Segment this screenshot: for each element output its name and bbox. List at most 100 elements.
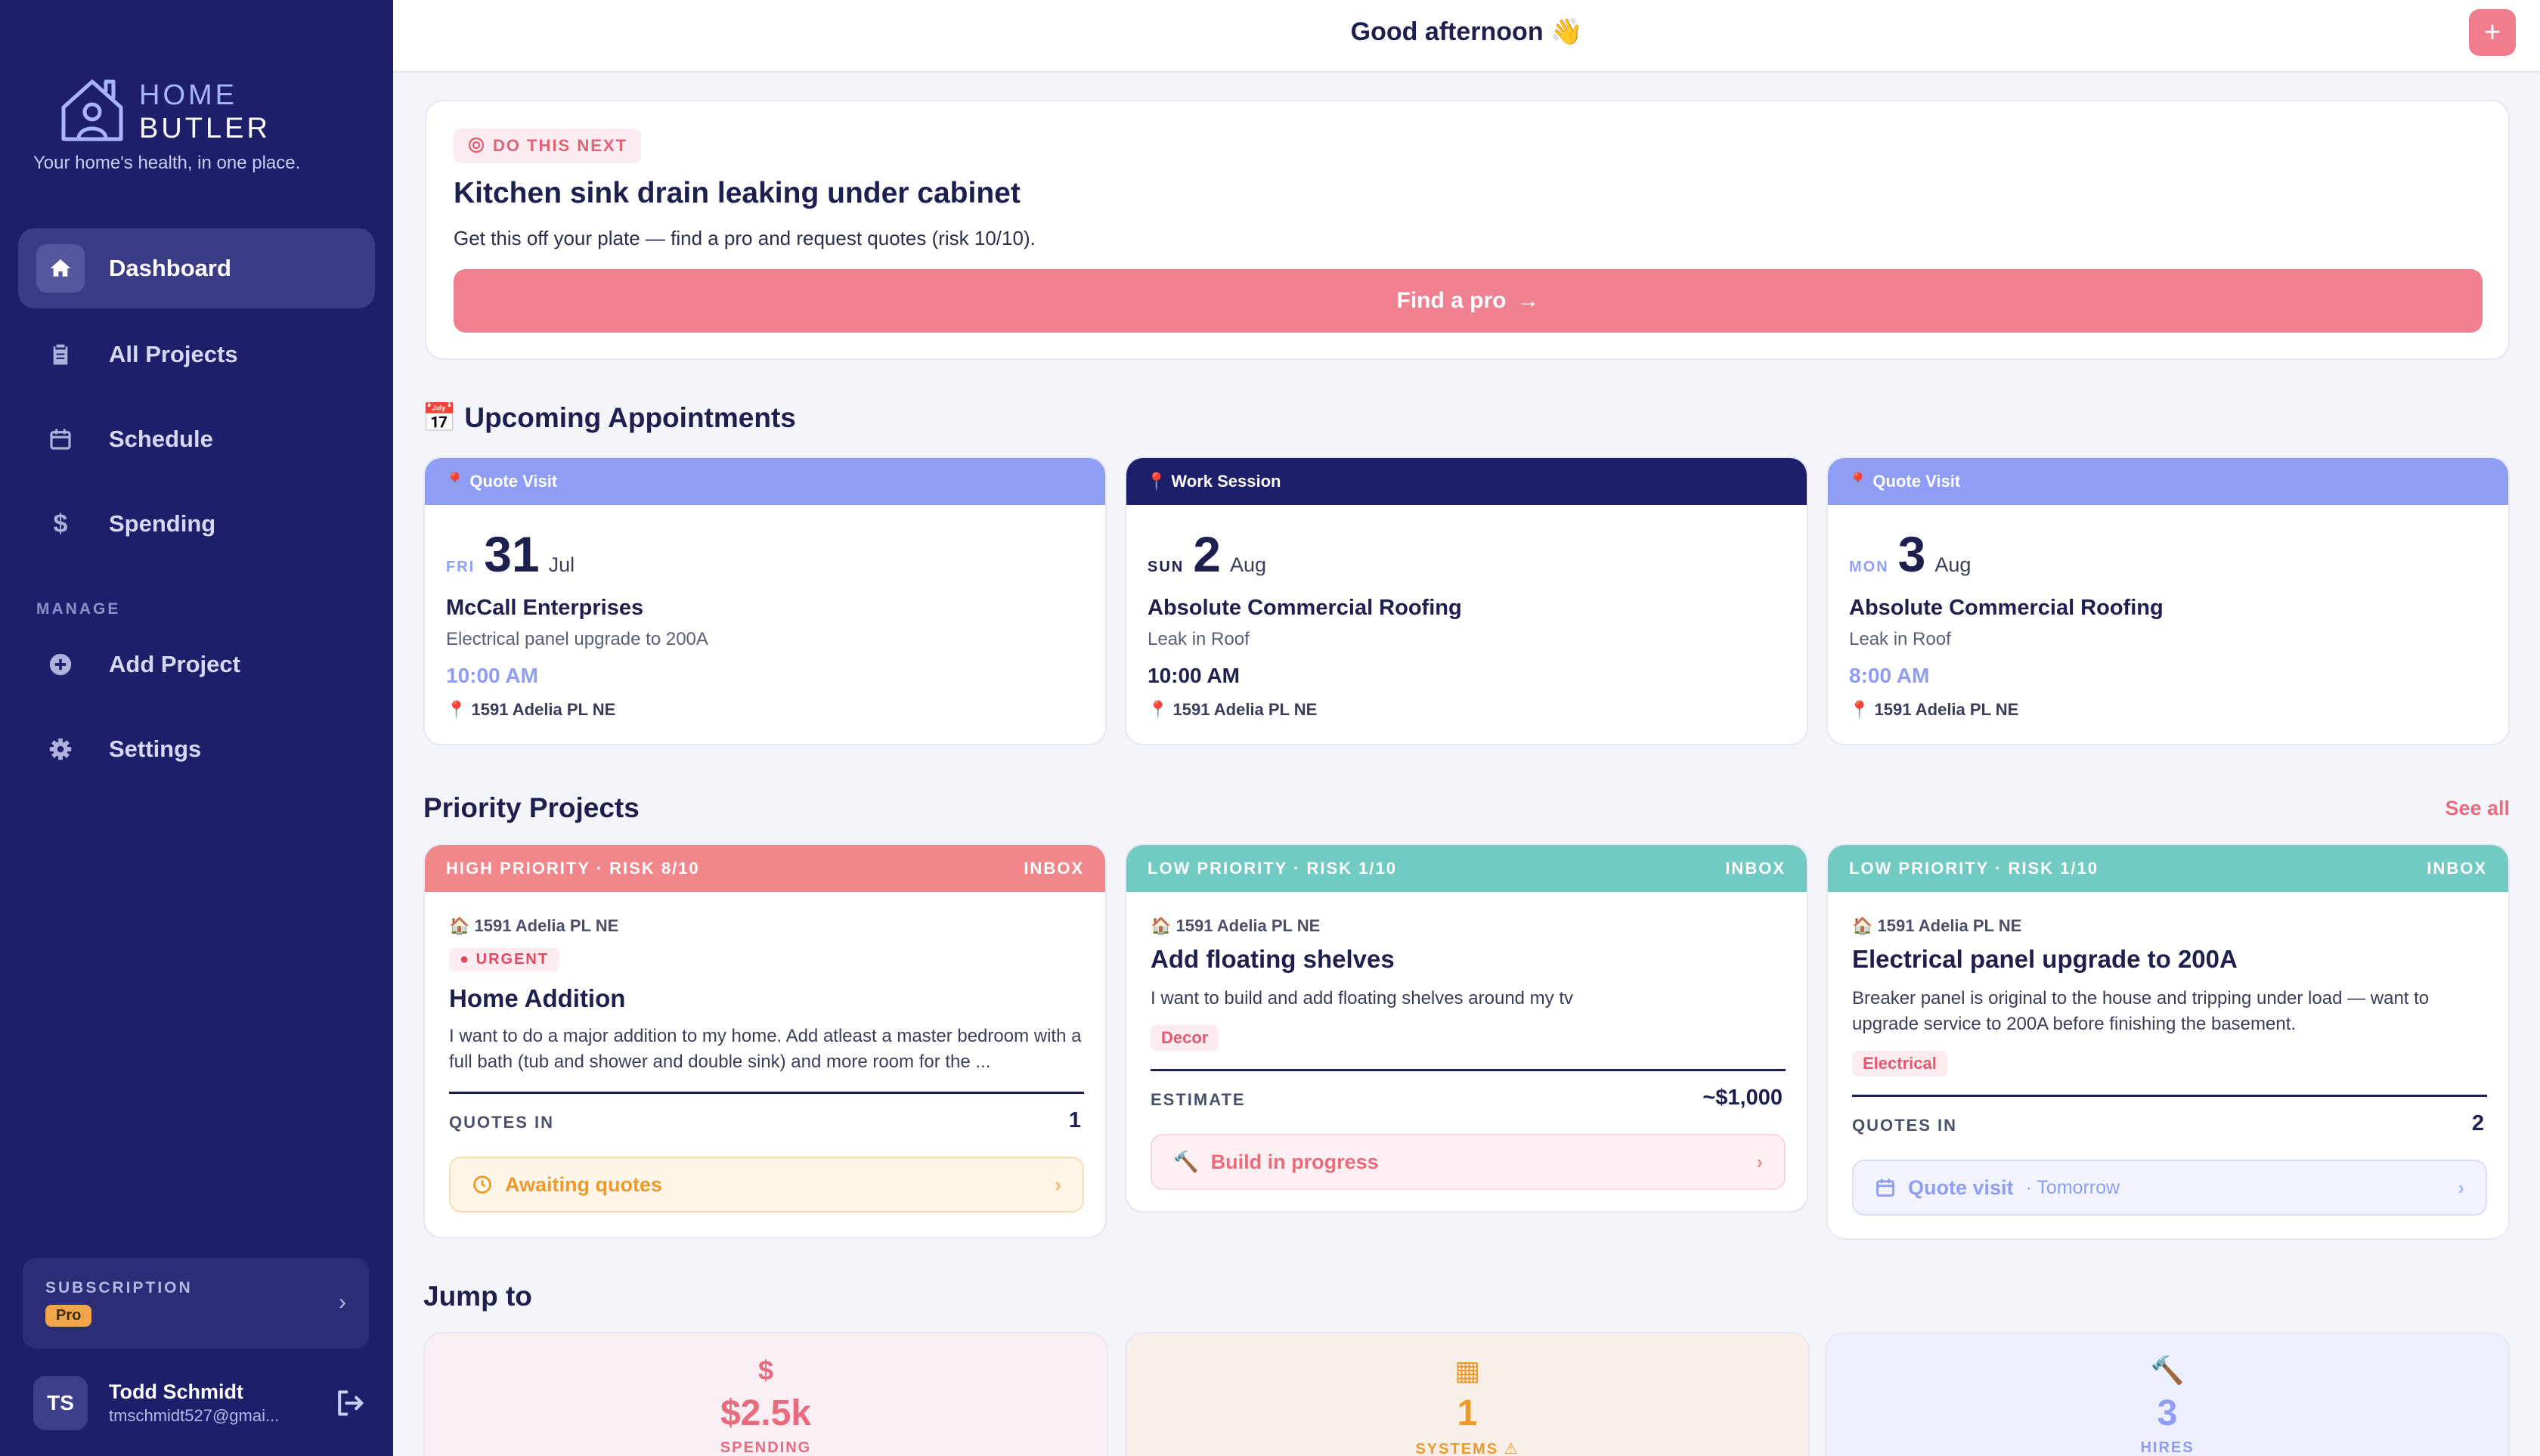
project-description: Breaker panel is original to the house a… <box>1852 988 2430 1034</box>
address-text: 1591 Adelia PL NE <box>1874 700 2019 719</box>
sidebar-item-schedule[interactable]: Schedule <box>18 399 375 479</box>
status-button[interactable]: Quote visit · Tomorrow › <box>1852 1160 2487 1216</box>
project-title: Add floating shelves <box>1151 945 1395 973</box>
sidebar-item-add-project[interactable]: Add Project <box>18 624 375 705</box>
brand-name: HOME BUTLER <box>139 79 271 145</box>
jump-systems-card[interactable]: ▦ 1 SYSTEMS ⚠ <box>1125 1332 1810 1456</box>
appointment-day: 31 <box>484 526 540 582</box>
appointment-type: Work Session <box>1171 472 1281 491</box>
appointment-header: 📍 Quote Visit <box>425 458 1105 505</box>
status-label: Build in progress <box>1210 1150 1379 1173</box>
user-email: tmschmidt527@gmai... <box>109 1406 280 1425</box>
jump-value: 1 <box>1457 1393 1478 1433</box>
urgent-badge: ● URGENT <box>449 948 560 971</box>
house-icon: 🏠 <box>449 916 475 935</box>
project-address: 🏠 1591 Adelia PL NE <box>1852 916 2021 936</box>
appointment-type: Quote Visit <box>469 472 558 491</box>
sidebar-item-all-projects[interactable]: All Projects <box>18 314 375 395</box>
appointment-day: 3 <box>1897 526 1926 582</box>
appointment-time: 10:00 AM <box>446 664 538 687</box>
status-button[interactable]: Awaiting quotes › <box>449 1157 1084 1213</box>
jump-label: SPENDING <box>720 1439 812 1456</box>
calendar-icon <box>1876 1179 1894 1197</box>
jump-label: HIRES <box>2140 1439 2195 1456</box>
pin-icon: 📍 <box>1146 472 1167 491</box>
address-text: 1591 Adelia PL NE <box>1176 916 1321 935</box>
appointment-time: 8:00 AM <box>1849 664 1930 687</box>
pin-icon: 📍 <box>446 700 472 719</box>
sidebar-item-spending[interactable]: $ Spending <box>18 484 375 564</box>
plan-badge: Pro <box>45 1305 92 1327</box>
subscription-title: SUBSCRIPTION <box>45 1279 193 1296</box>
appointment-company: McCall Enterprises <box>446 596 644 620</box>
divider <box>449 1092 1084 1094</box>
clock-icon <box>473 1176 491 1194</box>
sidebar-item-label: Dashboard <box>109 255 231 281</box>
sidebar-item-label: Settings <box>109 736 202 762</box>
subscription-card[interactable]: SUBSCRIPTION Pro › <box>23 1258 369 1349</box>
see-all-link[interactable]: See all <box>2445 797 2510 820</box>
arrow-right-icon: → <box>1516 288 1540 313</box>
pin-icon: 📍 <box>444 472 466 491</box>
appointment-type: Quote Visit <box>1872 472 1961 491</box>
chevron-right-icon: › <box>1756 1150 1763 1173</box>
appointment-address: 📍 1591 Adelia PL NE <box>446 700 615 720</box>
appointment-project: Electrical panel upgrade to 200A <box>446 629 708 649</box>
jump-hires-card[interactable]: 🔨 3 HIRES <box>1825 1332 2510 1456</box>
quotes-label: QUOTES IN <box>449 1113 555 1132</box>
appointment-company: Absolute Commercial Roofing <box>1148 596 1462 620</box>
estimate-label: ESTIMATE <box>1151 1090 1246 1109</box>
project-header: LOW PRIORITY · RISK 1/10 INBOX <box>1126 845 1807 892</box>
appointment-dow: MON <box>1849 559 1889 575</box>
jump-value: 3 <box>2157 1393 2178 1433</box>
sidebar-item-label: Spending <box>109 510 216 537</box>
plus-circle-icon <box>36 640 85 689</box>
appointment-card[interactable]: 📍 Quote Visit FRI 31 Jul McCall Enterpris… <box>423 457 1107 745</box>
find-pro-button[interactable]: Find a pro → <box>454 269 2483 333</box>
sidebar-item-settings[interactable]: Settings <box>18 709 375 789</box>
project-card[interactable]: LOW PRIORITY · RISK 1/10 INBOX 🏠 1591 Ad… <box>1826 844 2510 1240</box>
avatar[interactable]: TS <box>33 1376 88 1430</box>
brand-tagline: Your home's health, in one place. <box>33 153 301 173</box>
divider <box>1852 1095 2487 1097</box>
sidebar-item-label: Schedule <box>109 426 213 452</box>
appointment-header: 📍 Work Session <box>1126 458 1807 505</box>
project-title: Electrical panel upgrade to 200A <box>1852 945 2238 973</box>
logout-icon[interactable] <box>333 1386 366 1420</box>
project-priority: LOW PRIORITY · RISK 1/10 <box>1148 859 1397 878</box>
status-label: Awaiting quotes <box>505 1173 663 1196</box>
house-icon: 🏠 <box>1852 916 1878 935</box>
user-name: Todd Schmidt <box>109 1380 243 1403</box>
clipboard-icon <box>36 330 85 379</box>
hammer-icon: 🔨 <box>1173 1151 1199 1173</box>
sidebar: HOME BUTLER Your home's health, in one p… <box>0 0 393 1456</box>
appointment-header: 📍 Quote Visit <box>1828 458 2508 505</box>
quotes-label: QUOTES IN <box>1852 1116 1958 1135</box>
appointments-title: 📅 Upcoming Appointments <box>422 402 796 433</box>
status-button[interactable]: 🔨 Build in progress › <box>1151 1134 1786 1190</box>
gear-icon <box>36 725 85 773</box>
appointment-card[interactable]: 📍 Work Session SUN 2 Aug Absolute Commerc… <box>1125 457 1808 745</box>
jump-value: $2.5k <box>720 1393 812 1433</box>
project-card[interactable]: LOW PRIORITY · RISK 1/10 INBOX 🏠 1591 Ad… <box>1125 844 1808 1213</box>
user-profile: TS Todd Schmidt tmschmidt527@gmai... <box>33 1376 366 1430</box>
add-button[interactable]: + <box>2469 9 2516 56</box>
project-header: HIGH PRIORITY · RISK 8/10 INBOX <box>425 845 1105 892</box>
sidebar-item-dashboard[interactable]: Dashboard <box>18 228 375 308</box>
brand-line-2: BUTLER <box>139 113 271 144</box>
top-bar: Good afternoon 👋 + <box>393 0 2540 73</box>
project-priority: LOW PRIORITY · RISK 1/10 <box>1849 859 2099 878</box>
greeting: Good afternoon 👋 <box>1350 17 1583 46</box>
quotes-value: 1 <box>1068 1108 1081 1132</box>
find-pro-label: Find a pro <box>1396 288 1507 313</box>
grid-icon: ▦ <box>1454 1355 1480 1386</box>
brand-line-1: HOME <box>139 79 237 111</box>
project-title: Home Addition <box>449 984 626 1012</box>
jump-label: SYSTEMS ⚠ <box>1415 1441 1519 1456</box>
category-tag: Electrical <box>1852 1051 1947 1077</box>
appointment-project: Leak in Roof <box>1849 629 1951 649</box>
project-card[interactable]: HIGH PRIORITY · RISK 8/10 INBOX 🏠 1591 A… <box>423 844 1107 1238</box>
jump-spending-card[interactable]: $ $2.5k SPENDING <box>423 1332 1108 1456</box>
quotes-value: 2 <box>2471 1111 2484 1135</box>
appointment-card[interactable]: 📍 Quote Visit MON 3 Aug Absolute Commerci… <box>1826 457 2510 745</box>
